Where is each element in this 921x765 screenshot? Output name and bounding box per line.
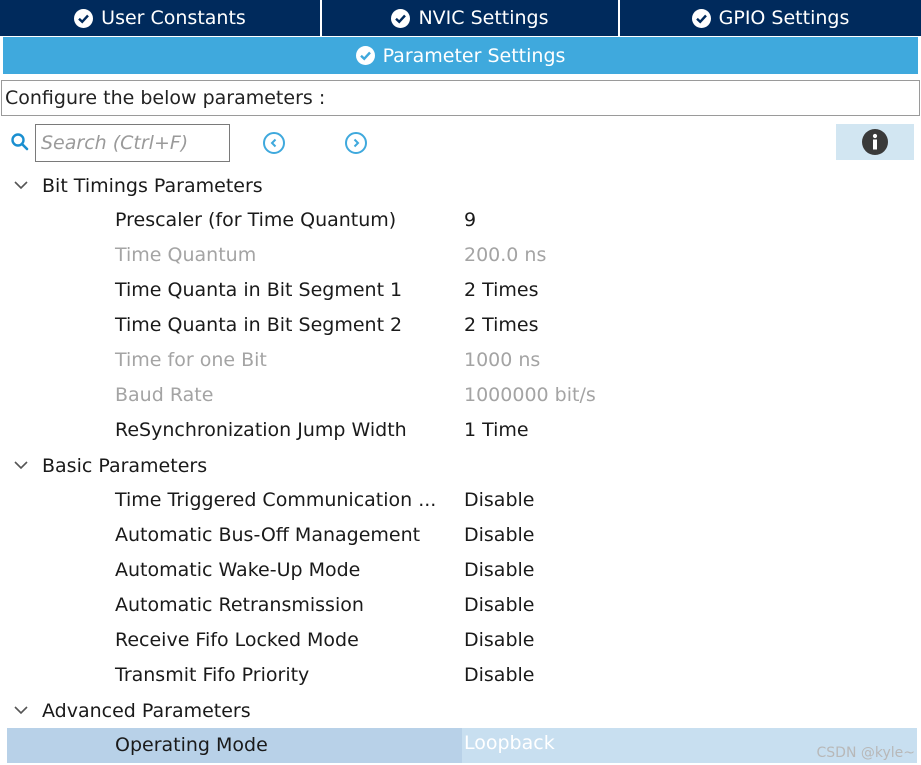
param-value[interactable]: 2 Times — [464, 279, 539, 301]
param-value[interactable]: Disable — [464, 664, 534, 686]
tab-nvic-settings[interactable]: NVIC Settings — [320, 0, 618, 36]
search-input[interactable] — [35, 124, 230, 162]
param-value[interactable]: Disable — [464, 594, 534, 616]
param-name: Automatic Bus-Off Management — [115, 524, 421, 546]
param-name: Automatic Retransmission — [115, 594, 364, 616]
param-row: Time Quantum 200.0 ns — [0, 238, 921, 273]
param-row[interactable]: Prescaler (for Time Quantum) 9 — [0, 203, 921, 238]
chevron-down-icon — [14, 461, 28, 470]
param-value: 1000 ns — [464, 349, 541, 371]
param-row: Time for one Bit 1000 ns — [0, 343, 921, 378]
param-value[interactable]: Disable — [464, 489, 534, 511]
param-name: Time for one Bit — [115, 349, 267, 371]
param-value: 1000000 bit/s — [464, 384, 596, 406]
param-value[interactable]: Disable — [464, 559, 534, 581]
tab-label: GPIO Settings — [718, 7, 850, 29]
search-icon[interactable] — [10, 132, 30, 156]
next-match-button[interactable] — [345, 132, 367, 154]
chevron-down-icon — [14, 706, 28, 715]
configure-instructions: Configure the below parameters : — [1, 80, 920, 116]
param-name: Time Quanta in Bit Segment 1 — [115, 279, 403, 301]
param-row[interactable]: Receive Fifo Locked Mode Disable — [0, 623, 921, 658]
group-label: Basic Parameters — [42, 454, 208, 477]
watermark: CSDN @kyle~ — [816, 745, 916, 761]
param-row[interactable]: Transmit Fifo Priority Disable — [0, 658, 921, 693]
info-icon — [862, 129, 888, 155]
param-row: Baud Rate 1000000 bit/s — [0, 378, 921, 413]
tab-gpio-settings[interactable]: GPIO Settings — [618, 0, 921, 36]
param-row[interactable]: ReSynchronization Jump Width 1 Time — [0, 413, 921, 448]
info-button[interactable] — [836, 124, 914, 160]
param-name: Prescaler (for Time Quantum) — [115, 209, 397, 231]
param-row[interactable]: Time Triggered Communication ... Disable — [0, 483, 921, 518]
parameter-tree: Bit Timings Parameters Prescaler (for Ti… — [0, 168, 921, 763]
param-name: Time Triggered Communication ... — [115, 489, 437, 511]
group-advanced[interactable]: Advanced Parameters — [0, 693, 921, 728]
chevron-down-icon — [14, 181, 28, 190]
check-circle-icon — [74, 8, 94, 28]
param-name: Baud Rate — [115, 384, 214, 406]
chevron-right-icon — [353, 138, 360, 148]
param-name: Receive Fifo Locked Mode — [115, 629, 359, 651]
tab-user-constants[interactable]: User Constants — [0, 0, 320, 36]
param-name: Operating Mode — [115, 734, 268, 756]
param-value: 200.0 ns — [464, 244, 547, 266]
tab-label: NVIC Settings — [418, 7, 549, 29]
settings-tab-bar: User Constants NVIC Settings GPIO Settin… — [0, 0, 921, 36]
group-bit-timings[interactable]: Bit Timings Parameters — [0, 168, 921, 203]
tab-label: User Constants — [101, 7, 246, 29]
check-circle-icon — [691, 8, 711, 28]
param-value[interactable]: 9 — [464, 209, 476, 231]
param-name: ReSynchronization Jump Width — [115, 419, 407, 441]
param-value[interactable]: Disable — [464, 524, 534, 546]
previous-match-button[interactable] — [263, 132, 285, 154]
param-value[interactable]: Disable — [464, 629, 534, 651]
group-basic[interactable]: Basic Parameters — [0, 448, 921, 483]
param-name: Time Quanta in Bit Segment 2 — [115, 314, 403, 336]
group-label: Bit Timings Parameters — [42, 174, 263, 197]
check-circle-icon — [355, 46, 375, 65]
param-name: Transmit Fifo Priority — [115, 664, 310, 686]
param-row[interactable]: Automatic Wake-Up Mode Disable — [0, 553, 921, 588]
param-value[interactable]: 2 Times — [464, 314, 539, 336]
param-name: Automatic Wake-Up Mode — [115, 559, 361, 581]
tab-parameter-settings[interactable]: Parameter Settings — [3, 37, 918, 74]
param-row[interactable]: Time Quanta in Bit Segment 1 2 Times — [0, 273, 921, 308]
chevron-left-icon — [270, 138, 277, 148]
param-value[interactable]: 1 Time — [464, 419, 529, 441]
param-name: Time Quantum — [115, 244, 257, 266]
param-row[interactable]: Automatic Retransmission Disable — [0, 588, 921, 623]
tab-label: Parameter Settings — [382, 44, 566, 67]
param-row-selected[interactable]: Operating Mode Loopback — [7, 728, 917, 763]
group-label: Advanced Parameters — [42, 699, 251, 722]
search-toolbar — [0, 123, 921, 163]
param-row[interactable]: Automatic Bus-Off Management Disable — [0, 518, 921, 553]
check-circle-icon — [391, 8, 411, 28]
param-row[interactable]: Time Quanta in Bit Segment 2 2 Times — [0, 308, 921, 343]
param-value[interactable]: Loopback — [464, 732, 555, 754]
